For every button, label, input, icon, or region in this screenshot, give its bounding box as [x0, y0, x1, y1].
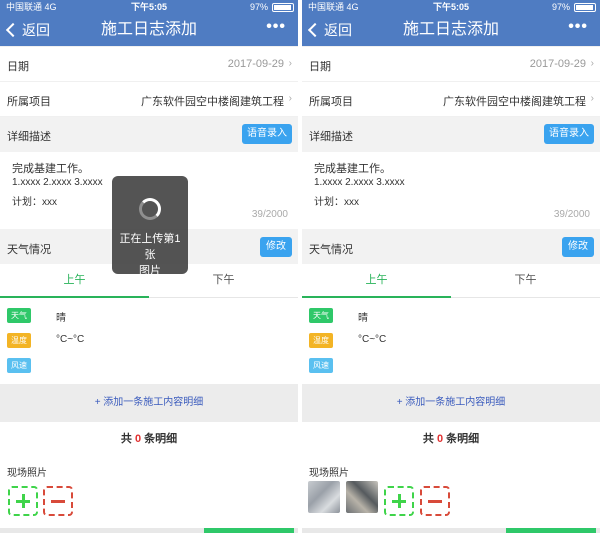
temperature-tag: 温度 [7, 333, 31, 348]
weather-tag: 天气 [7, 308, 31, 323]
loading-text: 正在上传第1张图片 [116, 231, 184, 279]
desc-char-count: 39/2000 [251, 209, 288, 220]
weather-label: 天气情况 [7, 244, 51, 256]
date-label: 日期 [7, 61, 29, 73]
status-bar: 中国联通 4G 下午5:05 97% [0, 0, 298, 14]
photo-thumbnail[interactable] [308, 481, 340, 513]
desc-header: 详细描述 语音录入 [302, 117, 600, 152]
add-detail-button[interactable]: + 添加一条施工内容明细 [0, 384, 298, 422]
add-photo-button[interactable] [384, 486, 414, 516]
temperature-value: °C~°C [56, 334, 85, 345]
nav-bar: 返回 施工日志添加 ••• [302, 14, 600, 46]
spinner-icon [139, 198, 161, 220]
total-prefix: 共 [120, 433, 132, 445]
project-label: 所属项目 [7, 96, 51, 108]
battery-percent: 97% [551, 2, 570, 12]
photo-thumbnail[interactable] [346, 481, 378, 513]
more-button[interactable]: ••• [568, 18, 588, 36]
weather-panel: 天气 晴 温度 °C~°C 风速 [302, 298, 600, 384]
desc-line-2: 1.xxxx 2.xxxx 3.xxxx [314, 177, 405, 188]
date-label: 日期 [309, 61, 331, 73]
wind-tag: 风速 [309, 358, 333, 373]
desc-char-count: 39/2000 [553, 209, 590, 220]
total-count: 0 [436, 433, 444, 445]
chevron-right-icon: › [590, 93, 594, 104]
desc-label: 详细描述 [309, 131, 353, 143]
date-value: 2017-09-29 [529, 58, 586, 70]
upload-loading-toast: 正在上传第1张图片 [112, 176, 188, 277]
voice-input-button[interactable]: 语音录入 [544, 124, 594, 144]
chevron-right-icon: › [590, 58, 594, 69]
chevron-right-icon: › [288, 93, 292, 104]
bottom-strip [302, 528, 600, 533]
detail-total: 共 0 条明细 [0, 422, 298, 456]
project-row[interactable]: 所属项目 广东软件园空中楼阁建筑工程 › [0, 82, 298, 116]
desc-line-1: 完成基建工作。 [314, 163, 391, 175]
phone-screen-uploading: 中国联通 4G 下午5:05 97% 返回 施工日志添加 ••• 日期 2017… [0, 0, 298, 533]
chevron-right-icon: › [288, 58, 292, 69]
date-row[interactable]: 日期 2017-09-29 › [0, 47, 298, 81]
project-row[interactable]: 所属项目 广东软件园空中楼阁建筑工程 › [302, 82, 600, 116]
total-suffix: 条明细 [144, 433, 178, 445]
battery-percent: 97% [249, 2, 268, 12]
weather-header: 天气情况 修改 [302, 229, 600, 264]
battery-icon [272, 3, 294, 12]
desc-line-3: 计划：xxx [314, 197, 359, 208]
desc-textarea[interactable]: 完成基建工作。 1.xxxx 2.xxxx 3.xxxx 计划：xxx 39/2… [302, 152, 600, 229]
weather-panel: 天气 晴 温度 °C~°C 风速 [0, 298, 298, 384]
loading-line-1: 正在上传第1张 [119, 233, 181, 261]
weather-value: 晴 [358, 313, 368, 324]
edit-weather-button[interactable]: 修改 [562, 237, 594, 257]
detail-total: 共 0 条明细 [302, 422, 600, 456]
weather-tag: 天气 [309, 308, 333, 323]
add-photo-button[interactable] [8, 486, 38, 516]
desc-line-2: 1.xxxx 2.xxxx 3.xxxx [12, 177, 103, 188]
tab-afternoon[interactable]: 下午 [451, 264, 600, 298]
more-button[interactable]: ••• [266, 18, 286, 36]
photos-label: 现场照片 [309, 468, 349, 479]
project-value: 广东软件园空中楼阁建筑工程 [141, 96, 284, 108]
photos-label: 现场照片 [7, 468, 47, 479]
phone-screen-uploaded: 中国联通 4G 下午5:05 97% 返回 施工日志添加 ••• 日期 2017… [302, 0, 600, 533]
wind-tag: 风速 [7, 358, 31, 373]
desc-label: 详细描述 [7, 131, 51, 143]
page-title: 施工日志添加 [100, 21, 197, 38]
nav-bar: 返回 施工日志添加 ••• [0, 14, 298, 46]
battery-icon [574, 3, 596, 12]
temperature-tag: 温度 [309, 333, 333, 348]
remove-photo-button[interactable] [420, 486, 450, 516]
date-value: 2017-09-29 [227, 58, 284, 70]
weather-label: 天气情况 [309, 244, 353, 256]
screenshot-stage: 中国联通 4G 下午5:05 97% 返回 施工日志添加 ••• 日期 2017… [0, 0, 600, 533]
header: 中国联通 4G 下午5:05 97% 返回 施工日志添加 ••• [302, 0, 600, 46]
desc-line-3: 计划：xxx [12, 197, 57, 208]
total-prefix: 共 [422, 433, 434, 445]
total-suffix: 条明细 [446, 433, 480, 445]
remove-photo-button[interactable] [43, 486, 73, 516]
date-row[interactable]: 日期 2017-09-29 › [302, 47, 600, 81]
voice-input-button[interactable]: 语音录入 [242, 124, 292, 144]
weather-value: 晴 [56, 313, 66, 324]
tab-morning[interactable]: 上午 [302, 264, 451, 298]
loading-line-2: 图片 [139, 265, 161, 277]
edit-weather-button[interactable]: 修改 [260, 237, 292, 257]
desc-header: 详细描述 语音录入 [0, 117, 298, 152]
temperature-value: °C~°C [358, 334, 387, 345]
day-tabs: 上午 下午 [302, 264, 600, 298]
add-detail-button[interactable]: + 添加一条施工内容明细 [302, 384, 600, 422]
bottom-strip [0, 528, 298, 533]
total-count: 0 [134, 433, 142, 445]
page-title: 施工日志添加 [402, 21, 499, 38]
project-label: 所属项目 [309, 96, 353, 108]
project-value: 广东软件园空中楼阁建筑工程 [443, 96, 586, 108]
status-bar: 中国联通 4G 下午5:05 97% [302, 0, 600, 14]
desc-line-1: 完成基建工作。 [12, 163, 89, 175]
header: 中国联通 4G 下午5:05 97% 返回 施工日志添加 ••• [0, 0, 298, 46]
